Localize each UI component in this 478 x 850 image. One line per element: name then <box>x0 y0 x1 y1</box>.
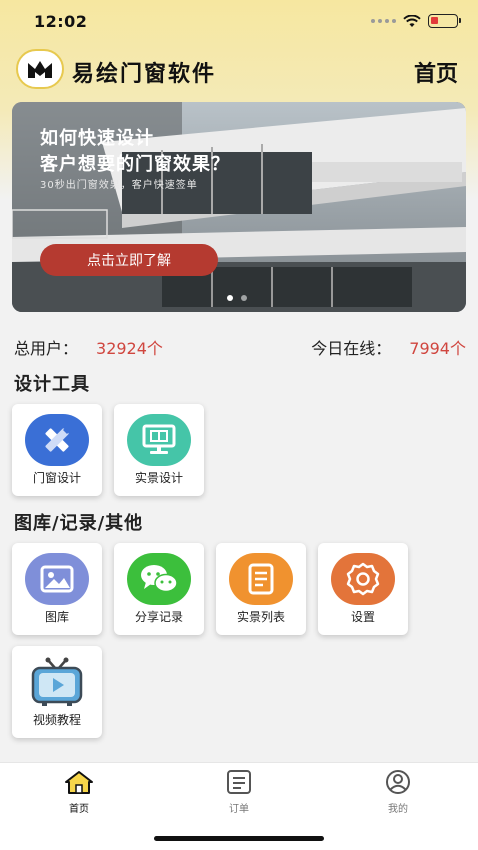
total-users-value: 32924个 <box>96 339 163 358</box>
wifi-icon <box>403 14 421 27</box>
banner-title-line2: 客户想要的门窗效果？ <box>40 154 230 175</box>
library-section-title: 图库/记录/其他 <box>14 513 144 534</box>
status-indicators <box>371 14 461 28</box>
learn-more-button[interactable]: 点击立即了解 <box>40 244 218 276</box>
design-tools-title: 设计工具 <box>14 374 90 395</box>
tile-label: 实景设计 <box>134 471 183 485</box>
wechat-icon <box>127 553 191 605</box>
app-logo <box>16 49 64 89</box>
pencil-ruler-icon <box>25 414 89 466</box>
user-stats: 总用户： 32924个 今日在线： 7994个 <box>14 335 466 359</box>
banner-subtitle: 30秒出门窗效果，客户快速签单 <box>40 180 198 191</box>
banner-title-line1: 如何快速设计 <box>40 128 154 149</box>
tile-label: 设置 <box>350 610 375 624</box>
online-today-value: 7994个 <box>409 339 466 358</box>
banner-dot[interactable] <box>241 295 247 301</box>
scene-design-tile[interactable]: 实景设计 <box>114 404 204 496</box>
banner-dot-active[interactable] <box>227 295 233 301</box>
tile-label: 实景列表 <box>236 610 285 624</box>
home-indicator[interactable] <box>154 836 324 841</box>
tile-label: 图库 <box>44 610 69 624</box>
app-title: 易绘门窗软件 <box>72 62 217 87</box>
settings-tile[interactable]: 设置 <box>318 543 408 635</box>
tab-home[interactable]: 首页 <box>39 769 119 815</box>
user-icon <box>386 770 410 794</box>
tab-label: 我的 <box>388 804 408 815</box>
tile-label: 门窗设计 <box>32 471 81 485</box>
cellular-signal-icon <box>371 19 396 23</box>
video-tutorial-tile[interactable]: 视频教程 <box>12 646 102 738</box>
tile-label: 分享记录 <box>134 610 183 624</box>
tab-orders[interactable]: 订单 <box>199 769 279 815</box>
share-history-tile[interactable]: 分享记录 <box>114 543 204 635</box>
house-icon <box>65 771 93 794</box>
tv-icon <box>25 656 89 708</box>
picture-icon <box>25 553 89 605</box>
top-nav: 易绘门窗软件 首页 <box>0 46 478 92</box>
status-time: 12:02 <box>34 12 88 31</box>
total-users-label: 总用户： <box>14 339 79 358</box>
gear-icon <box>331 553 395 605</box>
nav-home-label[interactable]: 首页 <box>414 56 458 88</box>
window-design-tile[interactable]: 门窗设计 <box>12 404 102 496</box>
status-bar: 12:02 <box>0 0 478 44</box>
order-list-icon <box>227 770 251 794</box>
battery-icon <box>428 14 461 28</box>
list-doc-icon <box>229 553 293 605</box>
logo-mark-icon <box>28 61 52 78</box>
banner-pagination <box>227 295 247 301</box>
tile-label: 视频教程 <box>32 713 81 727</box>
total-users-stat: 总用户： 32924个 <box>14 335 163 359</box>
monitor-icon <box>127 414 191 466</box>
tab-label: 首页 <box>69 804 89 815</box>
tab-profile[interactable]: 我的 <box>358 769 438 815</box>
gallery-tile[interactable]: 图库 <box>12 543 102 635</box>
online-today-stat: 今日在线： 7994个 <box>311 335 466 359</box>
promo-banner[interactable]: 如何快速设计 客户想要的门窗效果？ 30秒出门窗效果，客户快速签单 点击立即了解 <box>12 102 466 312</box>
tab-label: 订单 <box>229 804 249 815</box>
scene-list-tile[interactable]: 实景列表 <box>216 543 306 635</box>
online-today-label: 今日在线： <box>311 339 392 358</box>
